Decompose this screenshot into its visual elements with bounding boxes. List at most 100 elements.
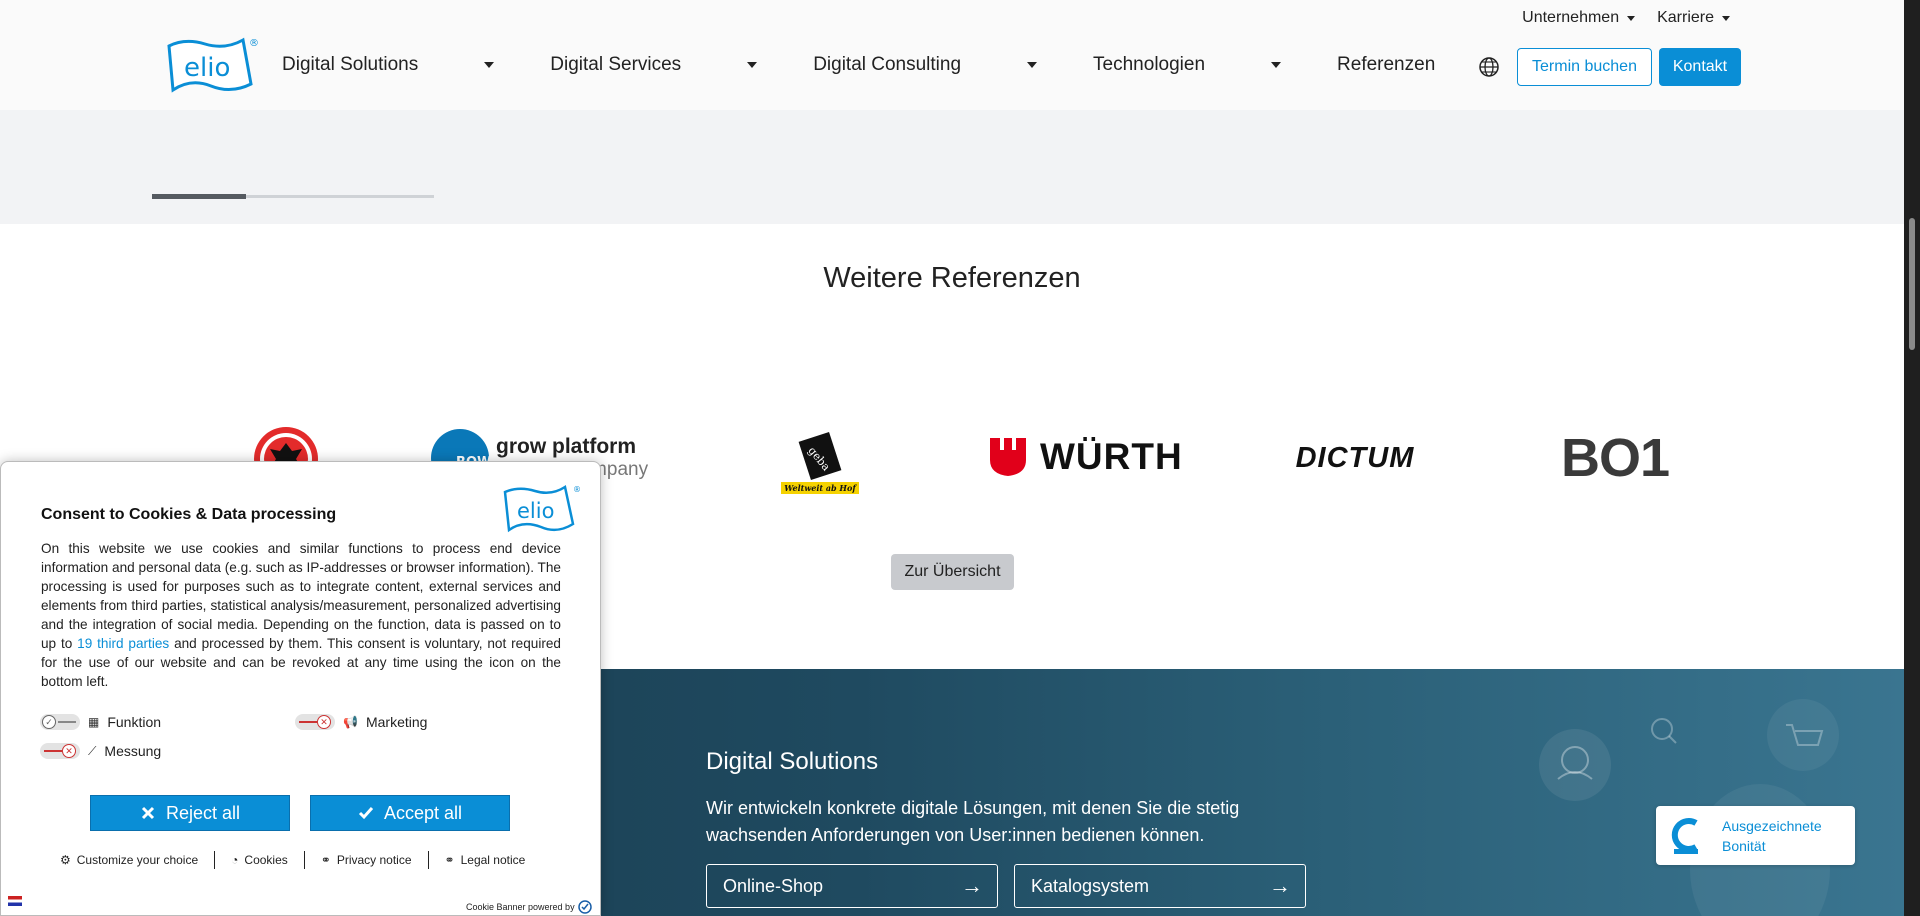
toggle-label: Marketing	[365, 714, 428, 730]
cookies-link[interactable]: ◔ Cookies	[231, 853, 288, 867]
link-label: Customize your choice	[76, 853, 199, 867]
dictum-logo[interactable]: DICTUM	[1265, 438, 1445, 478]
divider	[303, 851, 305, 869]
credit-rating-badge[interactable]: Ausgezeichnete Bonität	[1656, 806, 1855, 865]
close-icon	[141, 806, 155, 820]
nav-label: Digital Services	[550, 54, 682, 75]
elio-logo[interactable]: elio ®	[165, 34, 260, 96]
gear-icon: ⚙	[60, 853, 71, 867]
scrollbar-thumb[interactable]	[1909, 218, 1915, 350]
slider-thumb[interactable]	[152, 194, 246, 199]
customize-choice-link[interactable]: ⚙ Customize your choice	[60, 853, 198, 867]
contact-button[interactable]: Kontakt	[1659, 48, 1741, 86]
topnav-unternehmen[interactable]: Unternehmen	[1522, 9, 1636, 27]
messung-switch[interactable]: ✕	[40, 743, 80, 759]
link-icon: ⚭	[444, 853, 455, 867]
chevron-down-icon	[484, 62, 495, 68]
chevron-down-icon	[1722, 15, 1730, 21]
grid-icon: ▦	[88, 715, 100, 729]
main-nav: Digital Solutions Digital Services Digit…	[282, 54, 1547, 76]
section-description: Wir entwickeln konkrete digitale Lösunge…	[706, 798, 1240, 845]
topnav-label: Karriere	[1657, 9, 1714, 26]
legal-notice-link[interactable]: ⚭ Legal notice	[445, 853, 526, 867]
shield-check-icon	[577, 900, 592, 914]
nav-label: Technologien	[1093, 54, 1206, 75]
svg-text:®: ®	[573, 485, 581, 494]
toggle-label: Funktion	[107, 714, 162, 730]
chart-icon: ⟋	[88, 743, 97, 758]
gebana-mark-icon: geba	[798, 432, 842, 480]
page-scrollbar[interactable]	[1904, 0, 1920, 916]
button-label: Reject all	[165, 802, 241, 823]
online-shop-button[interactable]: Online-Shop →	[706, 864, 998, 908]
svg-text:elio: elio	[184, 53, 230, 83]
nav-label: Digital Consulting	[813, 54, 962, 75]
accept-all-button[interactable]: Accept all	[310, 795, 510, 831]
cookie-title: Consent to Cookies & Data processing	[41, 506, 337, 523]
section-title: Weitere Referenzen	[823, 262, 1081, 294]
svg-text:®: ®	[249, 38, 259, 49]
wurth-logo[interactable]: WÜRTH	[988, 432, 1184, 482]
nav-referenzen[interactable]: Referenzen	[1337, 54, 1491, 76]
check-icon	[358, 807, 374, 820]
megaphone-icon: 📢	[343, 715, 358, 729]
cookie-consent-banner: elio ® Consent to Cookies & Data process…	[0, 461, 601, 916]
arrow-right-icon: →	[961, 873, 983, 898]
chevron-down-icon	[1027, 62, 1038, 68]
gebana-logo[interactable]: geba Weltweit ab Hof	[780, 425, 860, 499]
divider	[214, 851, 216, 869]
topnav-label: Unternehmen	[1522, 9, 1620, 26]
crefo-logo-icon	[1671, 817, 1698, 854]
button-label: Katalogsystem	[1031, 875, 1150, 896]
link-icon: ⚭	[320, 853, 331, 867]
topnav-karriere[interactable]: Karriere	[1657, 9, 1730, 27]
nav-digital-services[interactable]: Digital Services	[550, 54, 758, 76]
svg-text:elio: elio	[517, 499, 554, 523]
grow-title: grow platform	[496, 435, 636, 458]
check-icon: ✓	[42, 715, 56, 729]
nav-label: Digital Solutions	[282, 54, 419, 75]
catalog-system-button[interactable]: Katalogsystem →	[1014, 864, 1306, 908]
dictum-wordmark: DICTUM	[1295, 441, 1415, 474]
cookie-icon: ◔	[231, 853, 239, 867]
privacy-notice-link[interactable]: ⚭ Privacy notice	[321, 853, 412, 867]
nav-digital-consulting[interactable]: Digital Consulting	[813, 54, 1038, 76]
link-label: Privacy notice	[336, 853, 412, 867]
cookie-description: On this website we use cookies and simil…	[41, 539, 561, 691]
toggle-marketing[interactable]: ✕ 📢 Marketing	[295, 714, 427, 730]
bo1-logo[interactable]: BO1	[1560, 428, 1670, 488]
funktion-switch[interactable]: ✓	[40, 714, 80, 730]
close-icon: ✕	[62, 744, 76, 758]
nav-technologien[interactable]: Technologien	[1093, 54, 1282, 76]
link-label: Legal notice	[460, 853, 526, 867]
book-appointment-button[interactable]: Termin buchen	[1517, 48, 1652, 86]
toggle-label: Messung	[104, 743, 162, 759]
chevron-down-icon	[1271, 62, 1282, 68]
marketing-switch[interactable]: ✕	[295, 714, 335, 730]
badge-line1: Ausgezeichnete	[1722, 817, 1822, 834]
bo1-wordmark: BO1	[1560, 428, 1670, 488]
decorative-background	[1539, 699, 1839, 916]
powered-by[interactable]: Cookie Banner powered by	[466, 900, 592, 914]
nav-digital-solutions[interactable]: Digital Solutions	[282, 54, 495, 76]
powered-by-text: Cookie Banner powered by	[466, 902, 575, 912]
section-heading: Digital Solutions	[706, 748, 879, 775]
overview-button[interactable]: Zur Übersicht	[891, 554, 1014, 590]
badge-line2: Bonität	[1722, 837, 1766, 854]
nav-label: Referenzen	[1337, 54, 1436, 75]
language-flag-icon[interactable]	[8, 896, 22, 906]
button-label: Accept all	[383, 802, 463, 823]
cookie-text-part: On this website we use cookies and simil…	[41, 541, 561, 651]
elio-logo: elio ®	[503, 484, 581, 533]
arrow-right-icon: →	[1269, 873, 1291, 898]
toggle-funktion[interactable]: ✓ ▦ Funktion	[40, 714, 161, 730]
close-icon: ✕	[317, 715, 331, 729]
globe-icon[interactable]	[1478, 56, 1500, 78]
cookie-links: ⚙ Customize your choice ◔ Cookies ⚭ Privacy…	[60, 851, 525, 869]
wurth-wordmark: WÜRTH	[1040, 436, 1183, 477]
toggle-messung[interactable]: ✕ ⟋ Messung	[40, 743, 161, 759]
third-parties-link[interactable]: 19 third parties	[77, 636, 169, 651]
chevron-down-icon	[1627, 15, 1636, 21]
reference-slider-band	[0, 110, 1904, 224]
reject-all-button[interactable]: Reject all	[90, 795, 290, 831]
